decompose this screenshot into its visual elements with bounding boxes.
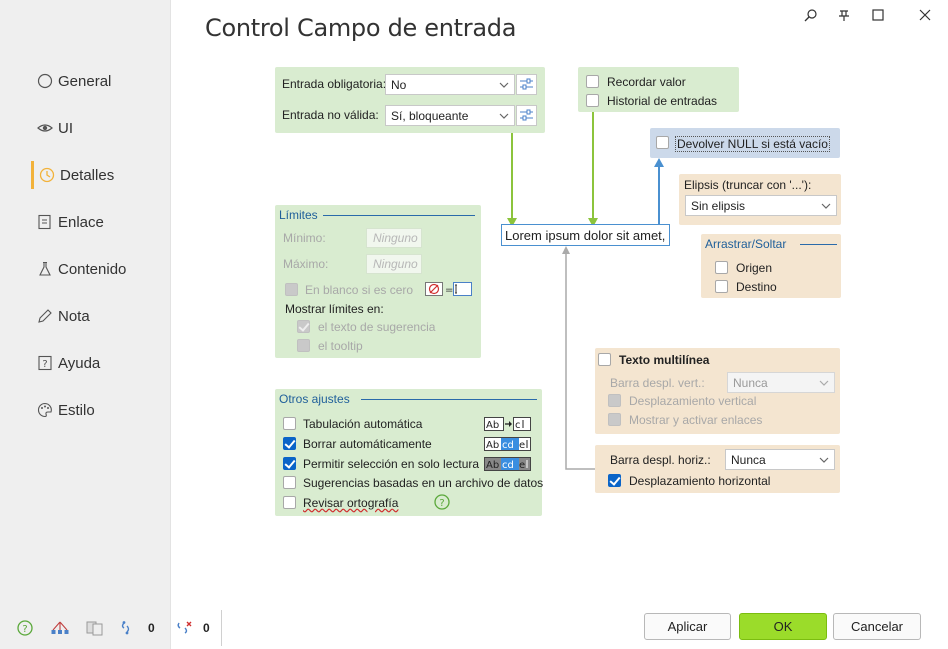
preview-text: Lorem ipsum dolor sit amet, bbox=[505, 227, 666, 243]
hint-text-label: el texto de sugerencia bbox=[318, 320, 436, 334]
divider bbox=[800, 244, 837, 245]
origin-checkbox[interactable] bbox=[715, 261, 728, 274]
multiline-checkbox[interactable] bbox=[598, 353, 611, 366]
auto-clear-label: Borrar automáticamente bbox=[303, 437, 432, 451]
drag-drop-panel: Arrastrar/Soltar Origen Destino bbox=[701, 234, 841, 298]
auto-clear-checkbox[interactable] bbox=[283, 437, 296, 450]
limits-panel: Límites Mínimo: Ninguno Máximo: Ninguno … bbox=[275, 205, 481, 358]
hint-text-checkbox[interactable] bbox=[297, 320, 310, 333]
auto-tab-checkbox[interactable] bbox=[283, 417, 296, 430]
vscroll-select[interactable]: Nunca bbox=[727, 372, 835, 393]
svg-text:cd: cd bbox=[502, 440, 514, 451]
min-label: Mínimo: bbox=[283, 231, 326, 245]
show-links-checkbox[interactable] bbox=[608, 413, 621, 426]
validation-panel: Entrada obligatoria: No Entrada no válid… bbox=[275, 67, 545, 133]
remember-panel: Recordar valor Historial de entradas bbox=[578, 67, 739, 112]
destination-checkbox[interactable] bbox=[715, 280, 728, 293]
other-settings-panel: Otros ajustes Tabulación automática Ab c … bbox=[275, 389, 544, 516]
required-select[interactable]: No bbox=[385, 74, 515, 95]
suggestions-label: Sugerencias basadas en un archivo de dat… bbox=[303, 476, 544, 490]
chevron-down-icon bbox=[499, 82, 509, 88]
vertical-scroll-checkbox[interactable] bbox=[608, 394, 621, 407]
hscroll-value: Nunca bbox=[731, 452, 766, 467]
remember-value-label: Recordar valor bbox=[607, 75, 686, 89]
auto-clear-icon: Ab cd e bbox=[484, 437, 532, 451]
max-input[interactable]: Ninguno bbox=[366, 254, 422, 274]
history-checkbox[interactable] bbox=[586, 94, 599, 107]
divider bbox=[361, 399, 537, 400]
svg-text:Ab: Ab bbox=[486, 420, 499, 431]
auto-tab-icon: Ab c bbox=[484, 417, 532, 431]
remember-value-checkbox[interactable] bbox=[586, 75, 599, 88]
vscroll-value: Nunca bbox=[733, 375, 768, 390]
min-placeholder: Ninguno bbox=[373, 231, 418, 245]
horizontal-scroll-label: Desplazamiento horizontal bbox=[629, 474, 771, 488]
readonly-select-icon: Ab cd e bbox=[484, 457, 532, 471]
hscroll-panel: Barra despl. horiz.: Nunca Desplazamient… bbox=[595, 445, 840, 493]
svg-text:Ab: Ab bbox=[486, 460, 499, 471]
chevron-down-icon bbox=[821, 203, 831, 209]
svg-text:cd: cd bbox=[502, 460, 514, 471]
vscroll-label: Barra despl. vert.: bbox=[610, 376, 705, 390]
null-label: Devolver NULL si está vacío bbox=[675, 136, 830, 152]
svg-text:e: e bbox=[519, 460, 525, 471]
suggestions-checkbox[interactable] bbox=[283, 476, 296, 489]
multiline-panel: Texto multilínea Barra despl. vert.: Nun… bbox=[595, 348, 840, 434]
cancel-button[interactable]: Cancelar bbox=[833, 613, 921, 640]
ok-button[interactable]: OK bbox=[739, 613, 827, 640]
chevron-down-icon bbox=[819, 457, 829, 463]
readonly-select-checkbox[interactable] bbox=[283, 457, 296, 470]
vertical-scroll-label: Desplazamiento vertical bbox=[629, 394, 757, 408]
zero-empty-icon: = bbox=[425, 282, 473, 296]
max-label: Máximo: bbox=[283, 257, 329, 271]
invalid-value: Sí, bloqueante bbox=[391, 108, 469, 123]
multiline-title: Texto multilínea bbox=[619, 353, 710, 367]
spell-check-label: Revisar ortografía bbox=[303, 496, 399, 510]
svg-text:Ab: Ab bbox=[486, 440, 499, 451]
svg-text:=: = bbox=[445, 285, 453, 296]
show-limits-label: Mostrar límites en: bbox=[285, 302, 384, 316]
help-circle-icon[interactable]: ? bbox=[434, 494, 450, 513]
origin-label: Origen bbox=[736, 261, 773, 275]
null-checkbox[interactable] bbox=[656, 136, 669, 149]
apply-button[interactable]: Aplicar bbox=[644, 613, 731, 640]
readonly-select-label: Permitir selección en solo lectura bbox=[303, 457, 480, 471]
settings-sliders-icon[interactable] bbox=[516, 105, 537, 126]
divider bbox=[323, 215, 475, 216]
drag-drop-title: Arrastrar/Soltar bbox=[705, 237, 787, 251]
svg-text:c: c bbox=[515, 420, 521, 431]
hscroll-label: Barra despl. horiz.: bbox=[610, 453, 711, 467]
ellipsis-select[interactable]: Sin elipsis bbox=[685, 195, 837, 216]
min-input[interactable]: Ninguno bbox=[366, 228, 422, 248]
blank-zero-checkbox[interactable] bbox=[285, 283, 298, 296]
limits-title: Límites bbox=[279, 208, 318, 222]
show-links-label: Mostrar y activar enlaces bbox=[629, 413, 763, 427]
history-label: Historial de entradas bbox=[607, 94, 718, 108]
invalid-label: Entrada no válida: bbox=[282, 108, 379, 122]
blank-zero-label: En blanco si es cero bbox=[305, 283, 414, 297]
spell-check-checkbox[interactable] bbox=[283, 496, 296, 509]
tooltip-checkbox[interactable] bbox=[297, 339, 310, 352]
hscroll-select[interactable]: Nunca bbox=[725, 449, 835, 470]
chevron-down-icon bbox=[819, 380, 829, 386]
horizontal-scroll-checkbox[interactable] bbox=[608, 474, 621, 487]
null-panel: Devolver NULL si está vacío bbox=[650, 128, 840, 158]
settings-sliders-icon[interactable] bbox=[516, 74, 537, 95]
ellipsis-panel: Elipsis (truncar con '...'): Sin elipsis bbox=[679, 174, 841, 225]
required-label: Entrada obligatoria: bbox=[282, 77, 387, 91]
ellipsis-value: Sin elipsis bbox=[691, 198, 746, 213]
other-settings-title: Otros ajustes bbox=[279, 392, 350, 406]
preview-field: Lorem ipsum dolor sit amet, bbox=[501, 224, 670, 246]
invalid-select[interactable]: Sí, bloqueante bbox=[385, 105, 515, 126]
svg-text:e: e bbox=[519, 440, 525, 451]
svg-text:?: ? bbox=[439, 498, 444, 509]
auto-tab-label: Tabulación automática bbox=[303, 417, 423, 431]
max-placeholder: Ninguno bbox=[373, 257, 418, 271]
tooltip-label: el tooltip bbox=[318, 339, 363, 353]
destination-label: Destino bbox=[736, 280, 777, 294]
required-value: No bbox=[391, 77, 407, 92]
ellipsis-label: Elipsis (truncar con '...'): bbox=[684, 178, 812, 192]
chevron-down-icon bbox=[499, 113, 509, 119]
